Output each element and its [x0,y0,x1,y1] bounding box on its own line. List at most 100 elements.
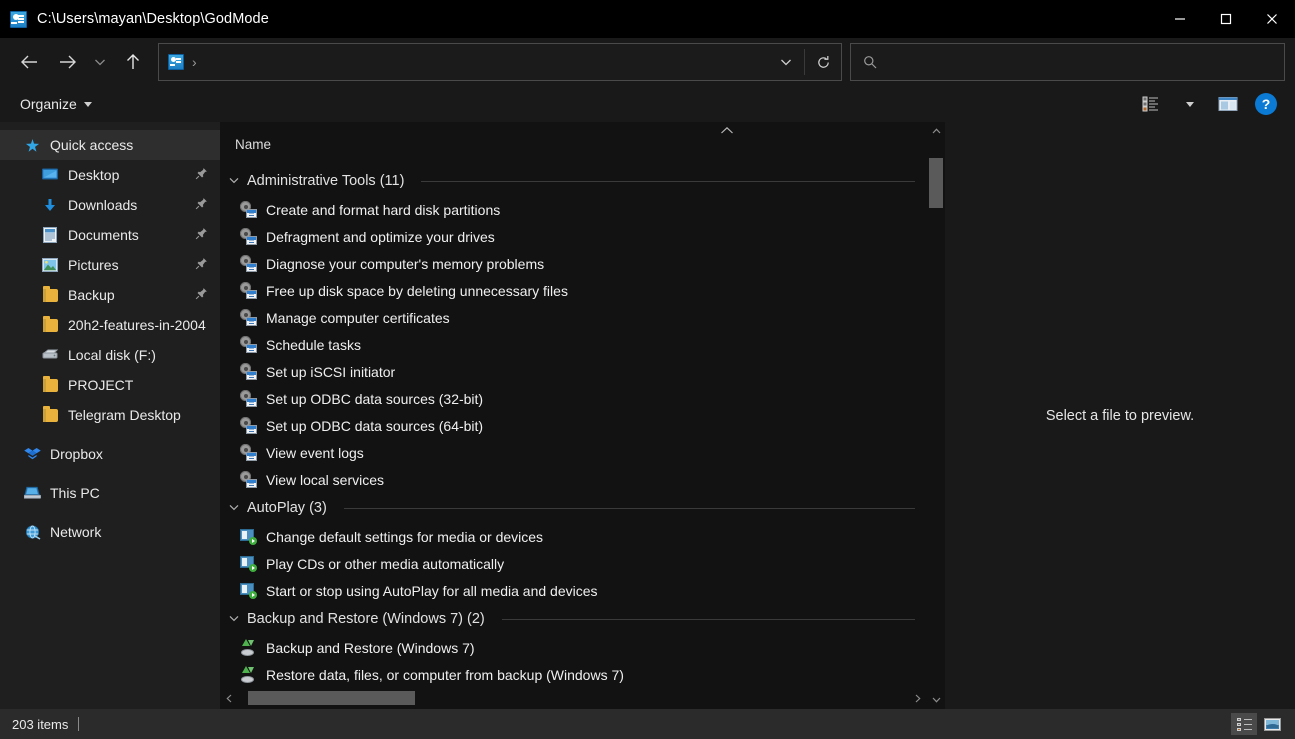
sidebar-item-network[interactable]: Network [0,517,220,547]
file-list-item-label: Free up disk space by deleting unnecessa… [266,282,568,299]
group-divider [501,618,915,620]
group-divider [421,180,915,182]
scroll-down-icon[interactable] [927,691,945,709]
sidebar-item-documents[interactable]: Documents [0,220,220,250]
scroll-right-icon[interactable] [909,687,927,709]
file-list-item-label: Set up ODBC data sources (32-bit) [266,390,484,407]
toolbar-right-group: ? [1135,89,1283,119]
sidebar-item-desktop[interactable]: Desktop [0,160,220,190]
admin-tool-icon [240,228,257,245]
vertical-scroll-track[interactable] [927,140,945,691]
star-icon [22,138,42,153]
sidebar-item-label: Quick access [50,137,134,153]
preview-pane: Select a file to preview. [945,122,1295,709]
view-options-icon[interactable] [1135,89,1169,119]
sidebar-item-backup[interactable]: Backup [0,280,220,310]
organize-button[interactable]: Organize [12,92,100,116]
file-list-item[interactable]: Defragment and optimize your drives [220,223,927,250]
sidebar-item-20h2-features-in-2004[interactable]: 20h2-features-in-2004 [0,310,220,340]
pin-icon[interactable] [195,197,208,213]
file-list-item[interactable]: Create and format hard disk partitions [220,196,927,223]
sidebar-item-label: Documents [68,227,139,243]
status-divider [78,717,80,731]
sidebar-item-quick-access[interactable]: Quick access [0,130,220,160]
sidebar-item-label: Telegram Desktop [68,407,181,423]
minimize-button[interactable] [1157,0,1203,38]
sidebar-item-project[interactable]: PROJECT [0,370,220,400]
file-list-item[interactable]: Start or stop using AutoPlay for all med… [220,577,927,604]
scroll-up-icon[interactable] [927,122,945,140]
view-toggle-group [1231,713,1295,735]
vertical-scrollbar[interactable] [927,122,945,709]
file-list: Administrative Tools (11) Create and form… [220,166,927,687]
horizontal-scroll-thumb[interactable] [248,691,415,705]
network-icon [22,525,42,540]
file-list-item[interactable]: View local services [220,466,927,493]
up-arrow-icon[interactable] [114,44,152,80]
admin-tool-icon [240,417,257,434]
file-list-item[interactable]: Restore data, files, or computer from ba… [220,661,927,687]
pin-icon[interactable] [195,227,208,243]
address-bar[interactable]: › [158,43,842,81]
file-list-item[interactable]: Manage computer certificates [220,304,927,331]
back-arrow-icon[interactable] [10,44,48,80]
sidebar-item-dropbox[interactable]: Dropbox [0,439,220,469]
chevron-down-icon [1186,101,1194,107]
file-list-item[interactable]: Backup and Restore (Windows 7) [220,634,927,661]
chevron-down-icon[interactable] [228,175,240,187]
autoplay-icon [240,528,257,545]
sidebar-item-local-disk-f[interactable]: Local disk (F:) [0,340,220,370]
group-title: AutoPlay (3) [247,500,327,516]
recent-locations-icon[interactable] [86,44,114,80]
history-dropdown-icon[interactable] [768,44,804,80]
file-list-pane: Name Administrative Tools (11) Create and… [220,122,945,709]
file-list-item[interactable]: Schedule tasks [220,331,927,358]
window-title: C:\Users\mayan\Desktop\GodMode [37,11,269,27]
forward-arrow-icon[interactable] [48,44,86,80]
breadcrumb-separator[interactable]: › [192,54,197,70]
pin-icon[interactable] [195,167,208,183]
pin-icon[interactable] [195,257,208,273]
file-list-item[interactable]: Play CDs or other media automatically [220,550,927,577]
sidebar-item-this-pc[interactable]: This PC [0,478,220,508]
close-button[interactable] [1249,0,1295,38]
sidebar-item-telegram-desktop[interactable]: Telegram Desktop [0,400,220,430]
file-list-item[interactable]: Set up ODBC data sources (64-bit) [220,412,927,439]
help-button[interactable]: ? [1249,89,1283,119]
sidebar-item-pictures[interactable]: Pictures [0,250,220,280]
large-icons-view-icon[interactable] [1259,713,1285,735]
chevron-down-icon[interactable] [228,613,240,625]
sidebar-item-downloads[interactable]: Downloads [0,190,220,220]
file-list-item[interactable]: Diagnose your computer's memory problems [220,250,927,277]
preview-pane-icon[interactable] [1211,89,1245,119]
details-view-icon[interactable] [1231,713,1257,735]
file-list-item[interactable]: Set up ODBC data sources (32-bit) [220,385,927,412]
sidebar-item-label: This PC [50,485,100,501]
help-label: ? [1255,93,1277,115]
folder-icon [40,376,60,392]
file-list-item[interactable]: Change default settings for media or dev… [220,523,927,550]
file-list-item-label: Play CDs or other media automatically [266,555,505,572]
horizontal-scroll-track[interactable] [238,687,909,709]
maximize-button[interactable] [1203,0,1249,38]
file-list-item[interactable]: View event logs [220,439,927,466]
sidebar-item-label: Dropbox [50,446,103,462]
refresh-icon[interactable] [805,44,841,80]
group-header[interactable]: Administrative Tools (11) [220,166,927,196]
horizontal-scrollbar[interactable] [220,687,927,709]
this-pc-icon [22,486,42,500]
column-header-name[interactable]: Name [235,137,271,152]
chevron-down-icon[interactable] [228,502,240,514]
vertical-scroll-thumb[interactable] [929,158,943,208]
group-header[interactable]: AutoPlay (3) [220,493,927,523]
search-input[interactable] [850,43,1285,81]
view-options-dropdown[interactable] [1173,89,1207,119]
group-divider [343,507,915,509]
file-list-item[interactable]: Set up iSCSI initiator [220,358,927,385]
group-header[interactable]: Backup and Restore (Windows 7) (2) [220,604,927,634]
pin-icon[interactable] [195,287,208,303]
file-explorer-window: C:\Users\mayan\Desktop\GodMode › Organiz… [0,0,1295,739]
file-list-item[interactable]: Free up disk space by deleting unnecessa… [220,277,927,304]
scroll-left-icon[interactable] [220,687,238,709]
status-bar: 203 items [0,709,1295,739]
